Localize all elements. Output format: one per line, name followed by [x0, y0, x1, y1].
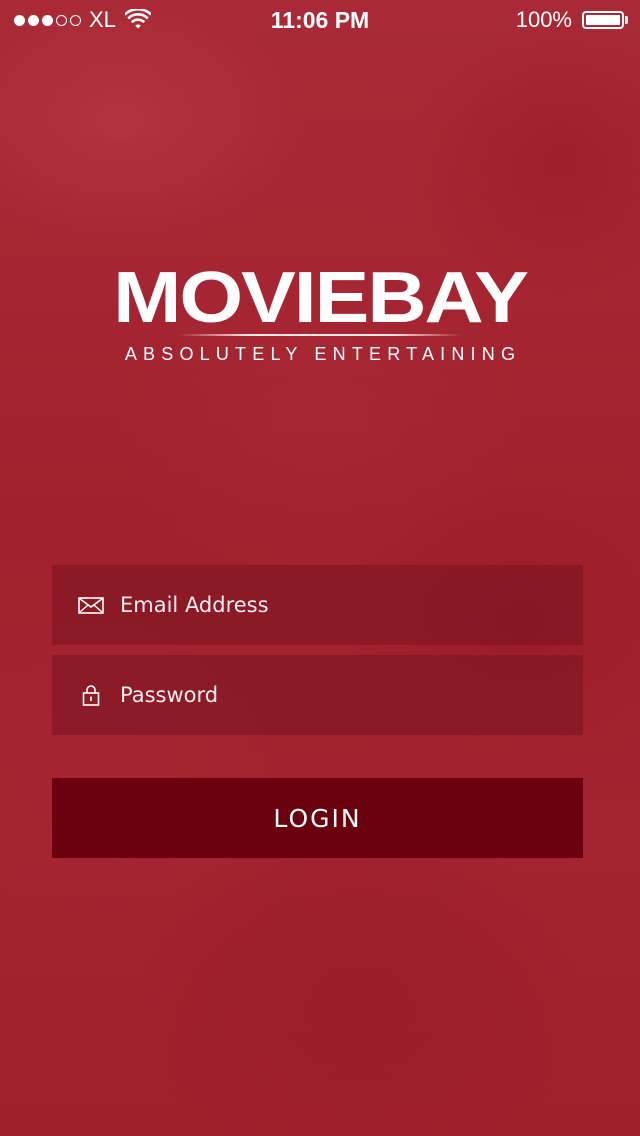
logo-tagline: ABSOLUTELY ENTERTAINING: [124, 344, 522, 364]
email-field-container[interactable]: [52, 565, 583, 645]
battery-percentage: 100%: [515, 7, 572, 32]
email-input[interactable]: [120, 565, 560, 645]
lock-icon: [82, 685, 100, 706]
app-logo: MOVIEBAY ABSOLUTELY ENTERTAINING: [0, 257, 640, 364]
logo-title: MOVIEBAY: [113, 257, 529, 338]
logo-underline: [178, 334, 462, 336]
login-button[interactable]: LOGIN: [52, 778, 583, 858]
password-field-container[interactable]: [52, 655, 583, 735]
battery-level-fill: [586, 15, 620, 25]
password-input[interactable]: [120, 655, 560, 735]
status-bar: XL 11:06 PM 100%: [0, 0, 640, 40]
battery-icon: [582, 11, 624, 29]
battery-nub: [625, 16, 628, 24]
envelope-icon: [78, 597, 104, 614]
